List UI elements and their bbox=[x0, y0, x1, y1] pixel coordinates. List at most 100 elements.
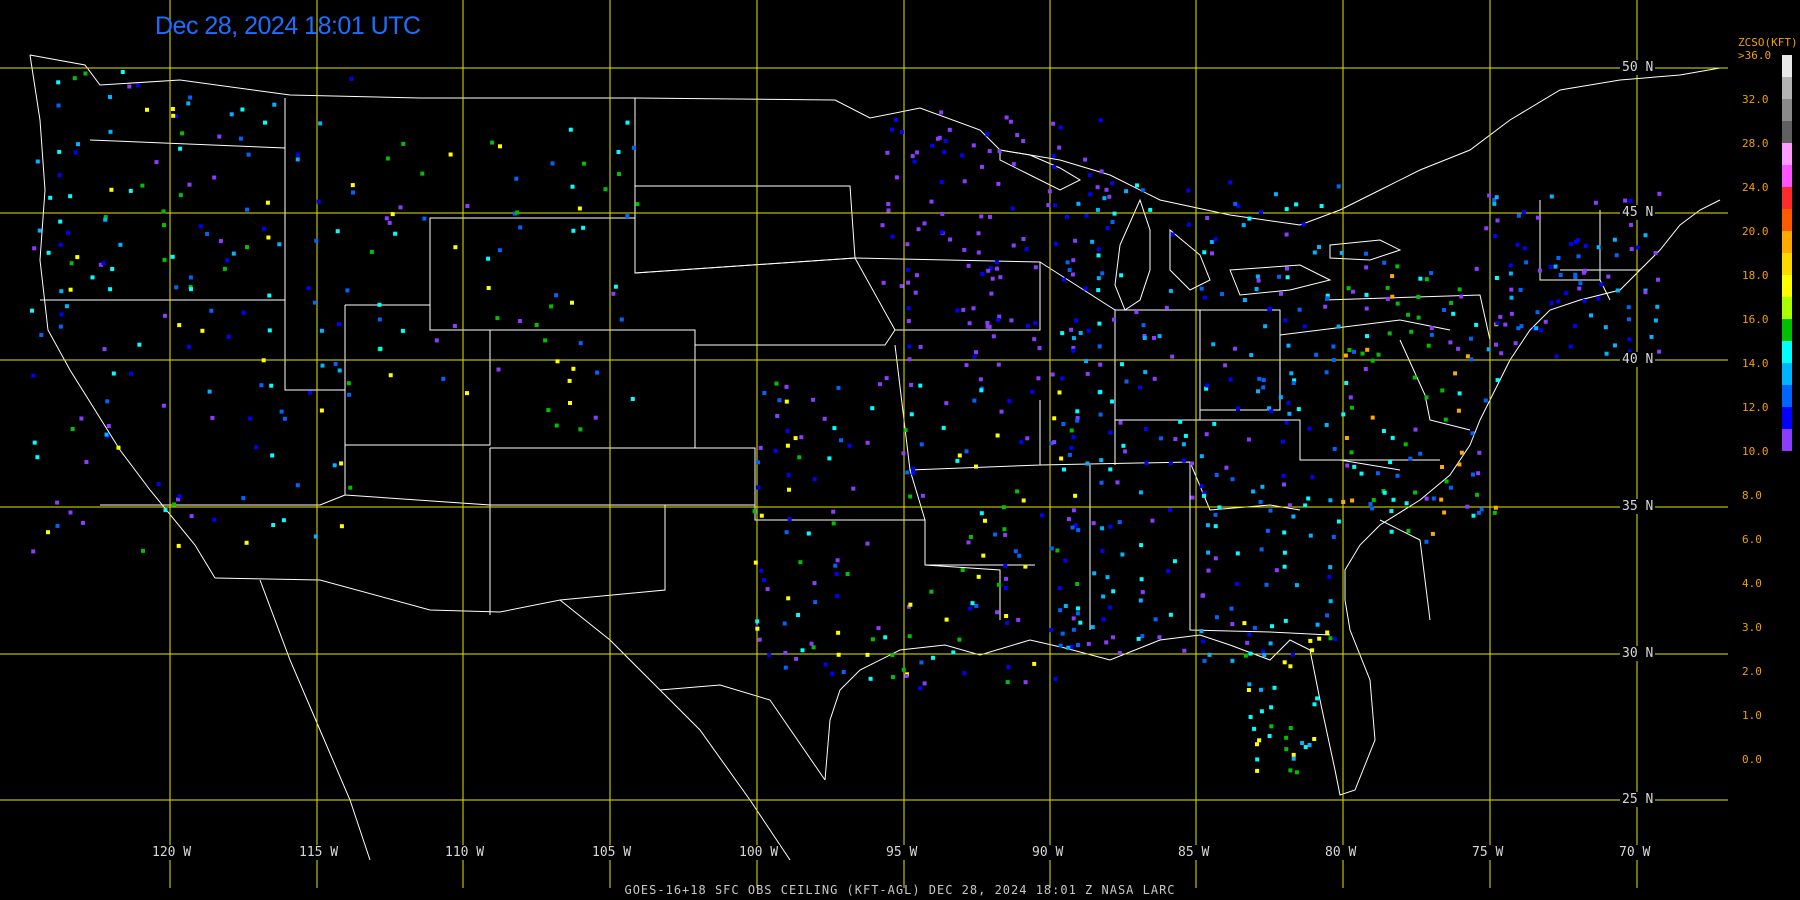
station-marker bbox=[997, 149, 1002, 153]
station-marker bbox=[1040, 513, 1044, 518]
station-marker bbox=[1509, 295, 1514, 300]
station-marker bbox=[756, 460, 760, 465]
station-marker bbox=[187, 182, 192, 187]
station-marker bbox=[1220, 292, 1224, 297]
station-marker bbox=[1429, 332, 1434, 337]
colorbar-tick-label: 18.0 bbox=[1742, 269, 1769, 282]
station-marker bbox=[993, 532, 997, 537]
station-marker bbox=[1302, 324, 1307, 329]
station-marker bbox=[1593, 200, 1598, 205]
station-marker bbox=[1202, 493, 1206, 498]
station-marker bbox=[76, 142, 80, 147]
station-marker bbox=[1213, 512, 1218, 517]
station-marker bbox=[793, 436, 798, 441]
station-marker bbox=[619, 317, 624, 322]
station-marker bbox=[913, 290, 918, 295]
station-marker bbox=[543, 338, 548, 343]
colorbar-swatch bbox=[1782, 385, 1792, 407]
station-marker bbox=[1288, 726, 1293, 730]
station-marker bbox=[1138, 598, 1143, 603]
station-marker bbox=[1138, 385, 1143, 390]
station-marker bbox=[905, 470, 910, 475]
station-marker bbox=[1493, 505, 1498, 510]
station-marker bbox=[1211, 342, 1216, 347]
station-marker bbox=[495, 316, 500, 321]
station-marker bbox=[922, 681, 927, 686]
station-marker bbox=[823, 662, 828, 667]
station-marker bbox=[1328, 599, 1333, 604]
station-marker bbox=[388, 373, 393, 378]
station-marker bbox=[1060, 376, 1065, 381]
station-marker bbox=[1282, 564, 1287, 569]
station-marker bbox=[108, 287, 113, 292]
station-marker bbox=[200, 328, 205, 333]
station-marker bbox=[1098, 389, 1103, 394]
station-marker bbox=[1649, 334, 1654, 339]
station-marker bbox=[1205, 216, 1210, 220]
station-marker bbox=[1657, 349, 1662, 354]
station-marker bbox=[1097, 321, 1102, 326]
station-marker bbox=[1273, 192, 1278, 197]
station-marker bbox=[1005, 621, 1010, 625]
station-marker bbox=[1388, 460, 1393, 465]
station-marker bbox=[834, 572, 839, 576]
station-marker bbox=[783, 665, 788, 670]
station-marker bbox=[1656, 277, 1660, 282]
station-marker bbox=[1424, 395, 1429, 400]
station-marker bbox=[1307, 743, 1312, 747]
longitude-label: 105 W bbox=[590, 845, 634, 860]
station-marker bbox=[1615, 288, 1620, 293]
station-marker bbox=[1323, 304, 1328, 309]
station-marker bbox=[894, 175, 899, 180]
station-marker bbox=[976, 250, 981, 255]
station-marker bbox=[1653, 251, 1658, 255]
station-marker bbox=[240, 107, 245, 112]
colorbar-swatch bbox=[1782, 143, 1792, 165]
station-marker bbox=[1112, 317, 1116, 322]
station-marker bbox=[947, 127, 952, 132]
station-marker bbox=[765, 587, 770, 591]
station-marker bbox=[994, 260, 999, 265]
station-marker bbox=[1259, 709, 1264, 714]
station-marker bbox=[1214, 473, 1219, 477]
station-marker bbox=[976, 231, 981, 236]
station-marker bbox=[210, 415, 215, 420]
station-marker bbox=[1004, 115, 1009, 120]
station-marker bbox=[1144, 461, 1149, 466]
station-marker bbox=[1021, 237, 1026, 241]
station-marker bbox=[1190, 461, 1194, 466]
station-marker bbox=[603, 187, 608, 192]
station-marker bbox=[752, 509, 757, 514]
station-marker bbox=[248, 416, 253, 421]
station-marker bbox=[915, 150, 920, 155]
station-marker bbox=[1181, 442, 1186, 447]
station-marker bbox=[1325, 296, 1330, 301]
station-marker bbox=[111, 371, 116, 376]
station-marker bbox=[46, 250, 51, 255]
station-marker bbox=[1306, 496, 1311, 501]
station-marker bbox=[1324, 370, 1329, 375]
station-marker bbox=[1085, 371, 1090, 376]
station-marker bbox=[1005, 680, 1010, 685]
station-marker bbox=[79, 416, 84, 421]
station-marker bbox=[1212, 421, 1217, 426]
station-marker bbox=[787, 487, 791, 492]
station-marker bbox=[245, 245, 249, 250]
station-marker bbox=[611, 291, 616, 296]
station-marker bbox=[972, 398, 977, 403]
station-marker bbox=[514, 176, 519, 181]
station-marker bbox=[1098, 412, 1103, 417]
station-marker bbox=[1548, 264, 1553, 269]
station-marker bbox=[1224, 465, 1229, 470]
station-marker bbox=[907, 634, 912, 639]
station-marker bbox=[1331, 534, 1336, 539]
station-marker bbox=[1062, 467, 1066, 472]
station-marker bbox=[1124, 379, 1129, 384]
station-marker bbox=[1267, 734, 1272, 738]
station-marker bbox=[831, 521, 836, 526]
station-marker bbox=[1256, 278, 1261, 283]
station-marker bbox=[58, 219, 63, 224]
station-marker bbox=[1076, 643, 1080, 648]
station-marker bbox=[1370, 415, 1375, 420]
station-marker bbox=[1406, 529, 1411, 533]
